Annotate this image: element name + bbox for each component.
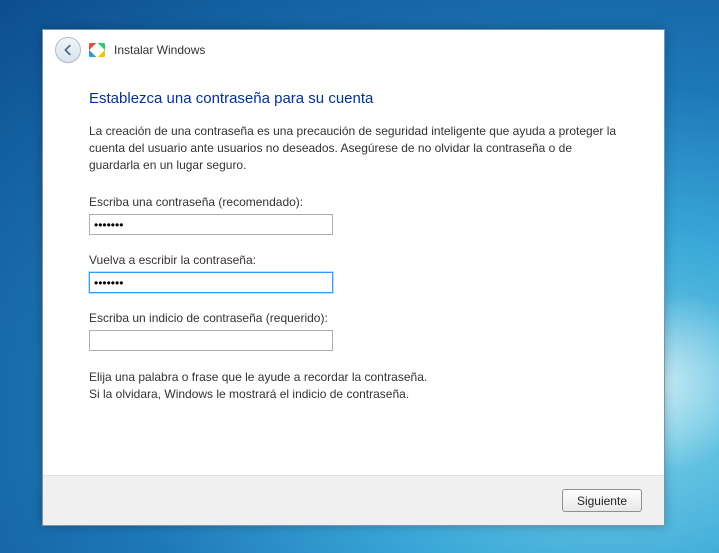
button-bar: Siguiente <box>43 475 664 525</box>
password-field-group: Escriba una contraseña (recomendado): <box>89 195 618 235</box>
arrow-left-icon <box>61 43 75 57</box>
confirm-password-input[interactable] <box>89 272 333 293</box>
hint-help-text: Elija una palabra o frase que le ayude a… <box>89 369 618 403</box>
window-title: Instalar Windows <box>114 43 205 57</box>
page-heading: Establezca una contraseña para su cuenta <box>89 90 618 107</box>
windows-flag-icon <box>89 43 106 57</box>
next-button[interactable]: Siguiente <box>562 489 642 512</box>
password-input[interactable] <box>89 214 333 235</box>
confirm-password-field-group: Vuelva a escribir la contraseña: <box>89 253 618 293</box>
back-button[interactable] <box>55 37 81 63</box>
titlebar: Instalar Windows <box>43 30 664 70</box>
install-dialog: Instalar Windows Establezca una contrase… <box>42 29 665 526</box>
confirm-password-label: Vuelva a escribir la contraseña: <box>89 253 618 267</box>
hint-label: Escriba un indicio de contraseña (requer… <box>89 311 618 325</box>
content-area: Establezca una contraseña para su cuenta… <box>43 70 664 475</box>
hint-input[interactable] <box>89 330 333 351</box>
hint-field-group: Escriba un indicio de contraseña (requer… <box>89 311 618 351</box>
page-description: La creación de una contraseña es una pre… <box>89 123 618 173</box>
password-label: Escriba una contraseña (recomendado): <box>89 195 618 209</box>
